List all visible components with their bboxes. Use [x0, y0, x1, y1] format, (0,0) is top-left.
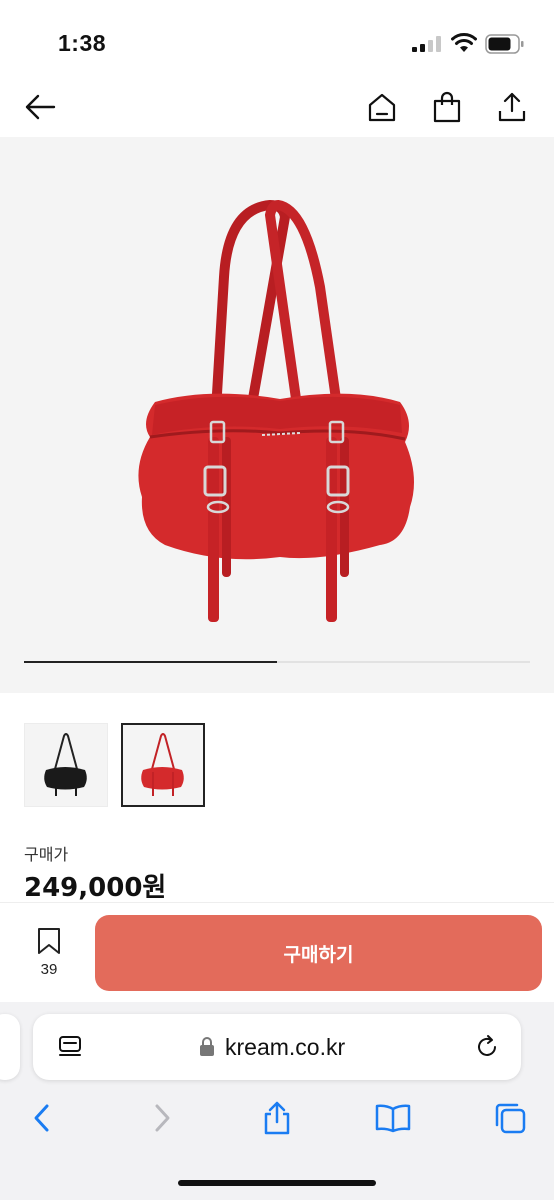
- thumbnail-image: [141, 733, 184, 796]
- image-progress-fill: [24, 661, 277, 663]
- back-nav-button[interactable]: [22, 1100, 62, 1136]
- chevron-right-icon: [155, 1104, 170, 1132]
- book-icon: [375, 1104, 411, 1133]
- bookmarks-button[interactable]: [373, 1100, 413, 1136]
- reader-icon[interactable]: [57, 1034, 83, 1060]
- buy-button-label: 구매하기: [283, 943, 354, 966]
- shopping-bag-icon: [433, 91, 461, 123]
- back-arrow-icon: [25, 94, 56, 120]
- signal-icon: [412, 36, 441, 52]
- share-icon: [264, 1101, 290, 1135]
- wifi-icon: [451, 33, 477, 52]
- product-image-carousel[interactable]: [0, 137, 554, 693]
- thumbnail-image: [44, 733, 87, 796]
- price-value: 249,000원: [24, 873, 167, 903]
- shopping-bag-button[interactable]: [427, 87, 467, 127]
- bookmark-count: 39: [40, 961, 58, 978]
- chevron-left-icon: [34, 1104, 49, 1132]
- home-icon: [368, 93, 396, 122]
- thumbnail-black[interactable]: [24, 723, 108, 807]
- battery-icon: [485, 34, 524, 54]
- action-bar: 39 구매하기: [0, 902, 554, 1003]
- forward-nav-button[interactable]: [142, 1100, 182, 1136]
- bookmark-icon: [38, 928, 60, 954]
- tabs-button[interactable]: [490, 1100, 530, 1136]
- buy-button[interactable]: 구매하기: [95, 915, 542, 991]
- price-label: 구매가: [24, 845, 69, 864]
- home-indicator: [178, 1180, 376, 1186]
- reload-icon[interactable]: [474, 1034, 500, 1060]
- bookmark-button[interactable]: 39: [24, 927, 74, 983]
- browser-toolbar: kream.co.kr: [0, 1002, 554, 1200]
- thumbnail-red[interactable]: [121, 723, 205, 807]
- share-icon: [498, 92, 526, 122]
- image-progress-bar: [24, 661, 530, 663]
- previous-tab-peek[interactable]: [0, 1014, 20, 1080]
- lock-icon: [200, 1037, 214, 1056]
- tabs-icon: [495, 1103, 526, 1134]
- product-image: [138, 199, 414, 622]
- home-button[interactable]: [362, 87, 402, 127]
- status-time: 1:38: [58, 30, 107, 56]
- url-text: kream.co.kr: [225, 1034, 346, 1060]
- share-button[interactable]: [492, 87, 532, 127]
- address-bar[interactable]: kream.co.kr: [33, 1014, 521, 1080]
- back-button[interactable]: [20, 87, 60, 127]
- browser-share-button[interactable]: [257, 1100, 297, 1136]
